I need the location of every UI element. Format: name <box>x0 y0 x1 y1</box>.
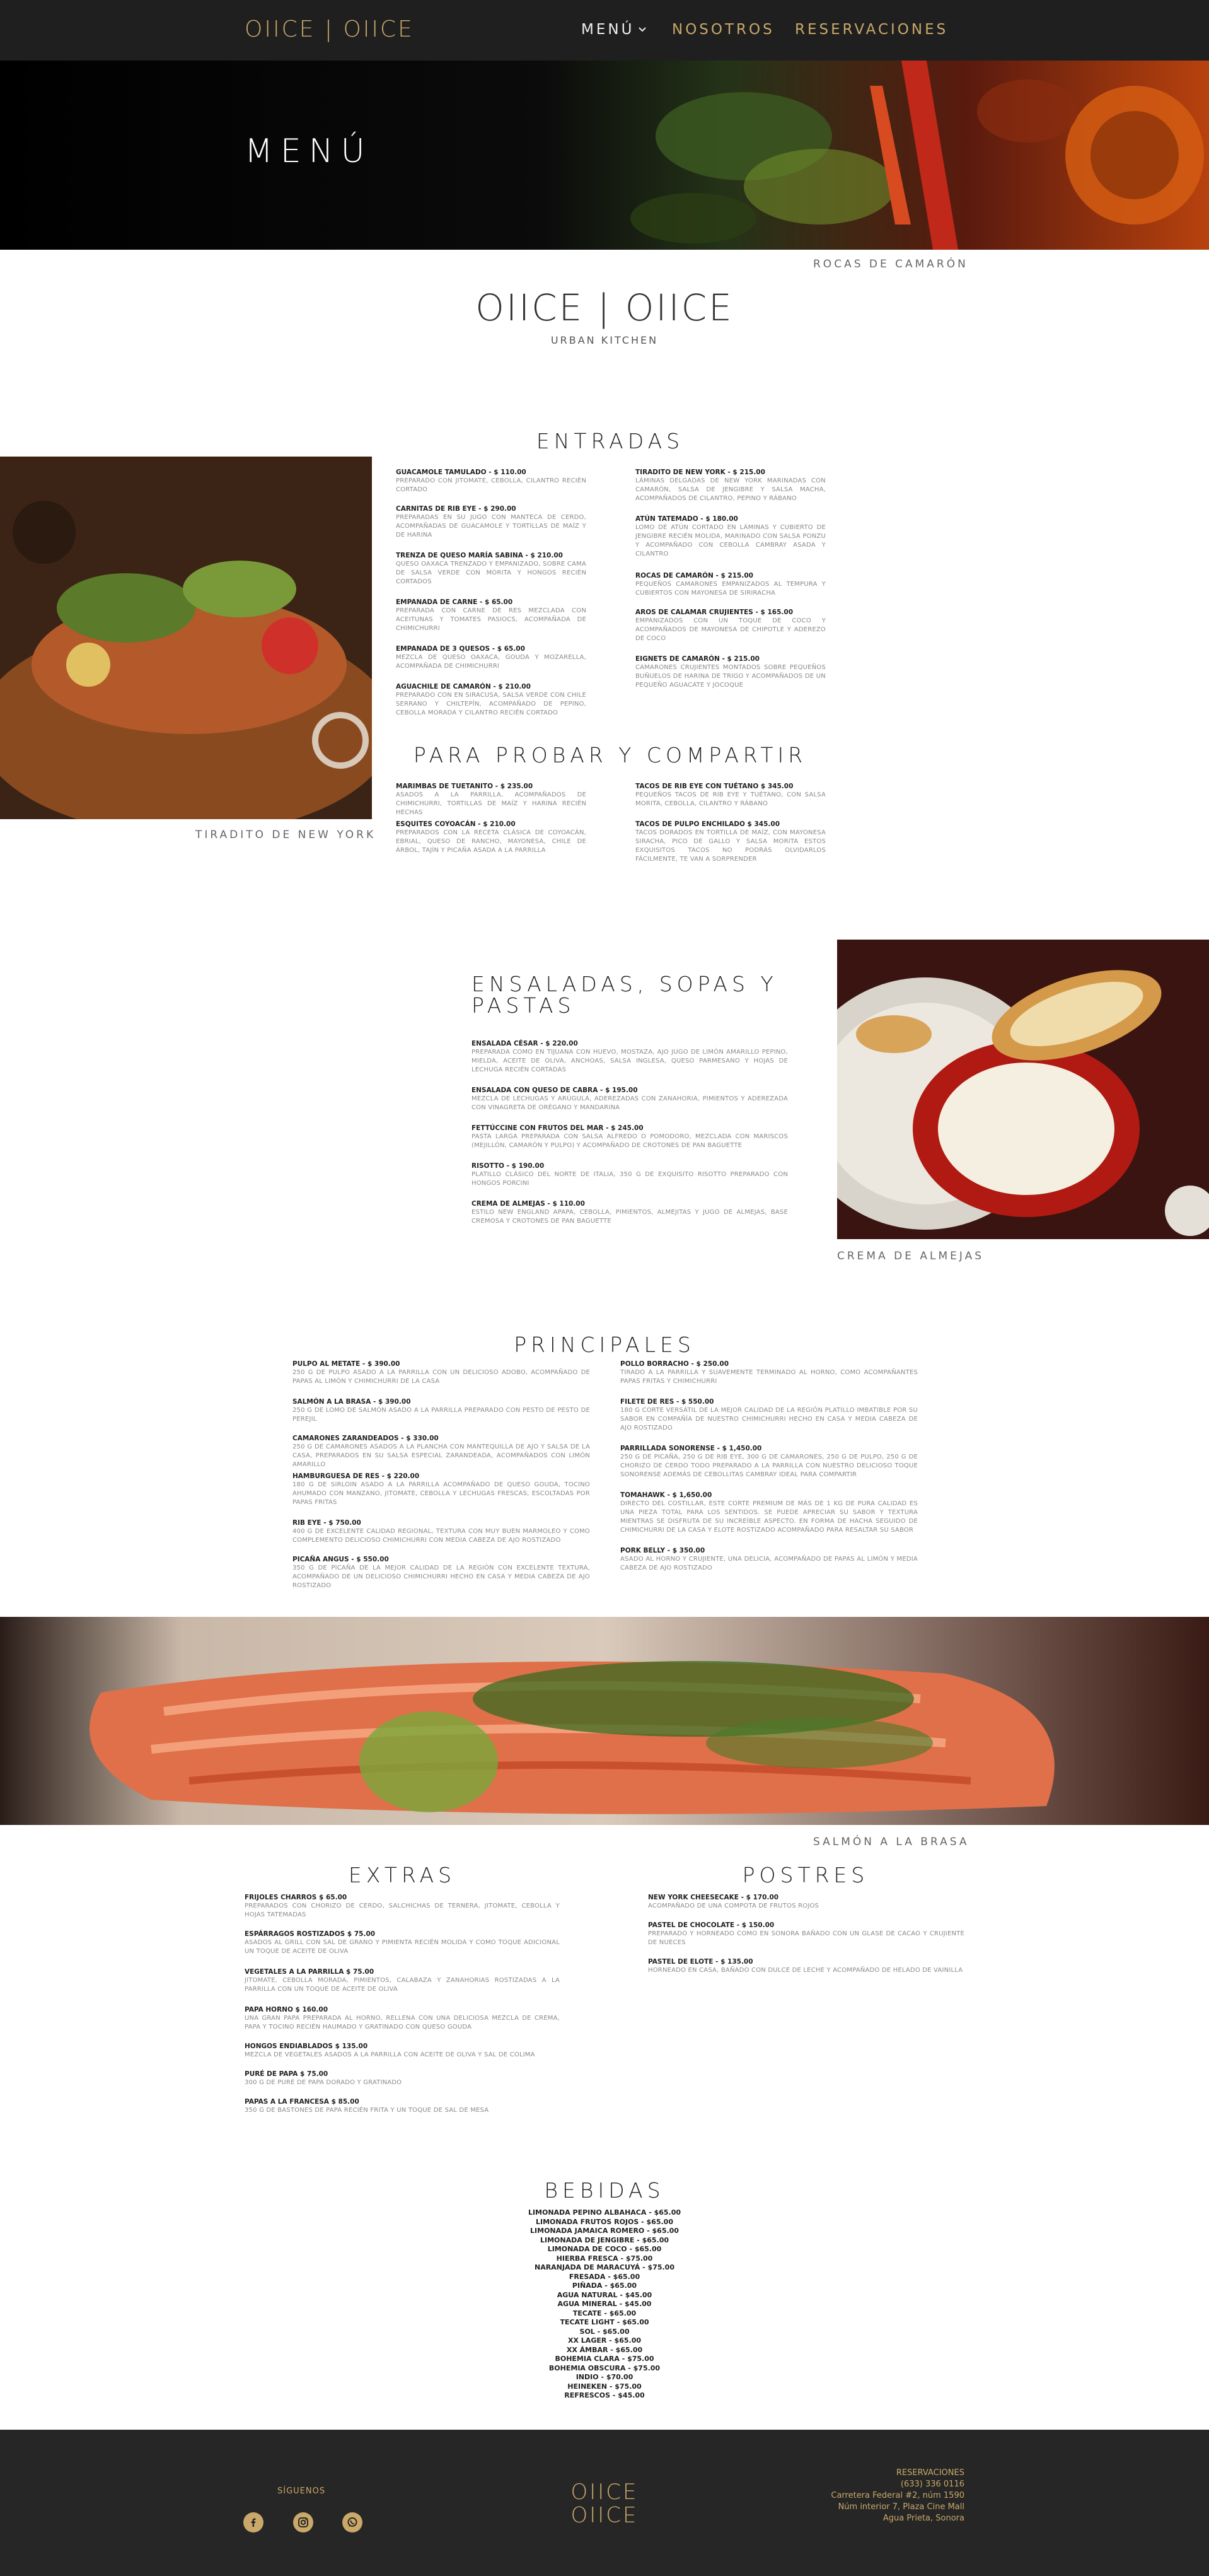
menu-item: PICAÑA ANGUS - $ 550.00 350 G DE PICAÑA D… <box>292 1556 590 1589</box>
menu-item: TIRADITO DE NEW YORK - $ 215.00 LÁMINAS D… <box>635 469 826 502</box>
ensaladas-title: ENSALADAS, SOPAS Y PASTAS <box>471 972 778 1018</box>
list-item: AGUA MINERAL - $45.00 <box>557 2300 652 2308</box>
nav-label-menu: MENÚ <box>581 21 635 38</box>
list-item: LIMONADA DE COCO - $65.00 <box>547 2245 662 2253</box>
footer: SÍGUENOS OIICE OIICE RESERVACIONES (633)… <box>0 2430 1209 2576</box>
menu-item: MARIMBAS DE TUETANITO - $ 235.00 ASADOS A… <box>396 783 586 816</box>
list-item: FRESADA - $65.00 <box>569 2272 640 2281</box>
brand-subtitle: URBAN KITCHEN <box>550 334 659 346</box>
menu-item: RISOTTO - $ 190.00 PLATILLO CLÁSICO DEL N… <box>471 1162 788 1187</box>
header-logo[interactable]: OIICE | OIICE <box>245 16 414 42</box>
menu-item: PARRILLADA SONORENSE - $ 1,450.00 250 G D… <box>620 1445 918 1478</box>
hero-image-caption: ROCAS DE CAMARÓN <box>813 258 968 271</box>
probar-title: PARA PROBAR Y COMPARTIR <box>413 743 807 767</box>
list-item: LIMONADA PEPINO ALBAHACA - $65.00 <box>528 2208 681 2217</box>
menu-item: TRENZA DE QUESO MARÍA SABINA - $ 210.00 Q… <box>396 552 586 585</box>
list-item: XX ÁMBAR - $65.00 <box>566 2345 643 2354</box>
menu-item: PASTEL DE CHOCOLATE - $ 150.00 PREPARADO … <box>648 1921 964 1946</box>
menu-item: RIB EYE - $ 750.00 400 G DE EXCELENTE CAL… <box>292 1519 590 1544</box>
menu-item: EMPANADA DE 3 QUESOS - $ 65.00 MEZCLA DE … <box>396 645 586 670</box>
menu-item: AROS DE CALAMAR CRUJIENTES - $ 165.00 EMP… <box>635 609 826 642</box>
menu-item: CREMA DE ALMEJAS - $ 110.00 ESTILO NEW EN… <box>471 1200 788 1225</box>
list-item: LIMONADA FRUTOS ROJOS - $65.00 <box>536 2217 673 2226</box>
chevron-down-icon <box>639 27 647 32</box>
menu-item: ENSALADA CON QUESO DE CABRA - $ 195.00 ME… <box>471 1087 788 1111</box>
reservations-info: RESERVACIONES (633) 336 0116 Carretera F… <box>775 2468 964 2524</box>
menu-item: TOMAHAWK - $ 1,650.00 DIRECTO DEL COSTILL… <box>620 1491 918 1534</box>
salmon-image-caption: SALMÓN A LA BRASA <box>813 1836 969 1848</box>
menu-item: PASTEL DE ELOTE - $ 135.00 HORNEADO EN CA… <box>648 1958 963 1974</box>
entradas-title: ENTRADAS <box>536 429 685 453</box>
list-item: LIMONADA DE JENGIBRE - $65.00 <box>540 2235 669 2244</box>
address-line: Carretera Federal #2, núm 1590 <box>831 2491 964 2500</box>
reservations-label: RESERVACIONES <box>896 2468 964 2478</box>
list-item: REFRESCOS - $45.00 <box>564 2391 645 2399</box>
list-item: XX LAGER - $65.00 <box>568 2336 641 2345</box>
top-navigation-bar: OIICE | OIICE MENÚ NOSOTROS RESERVACIONE… <box>0 0 1209 61</box>
list-item: HIERBA FRESCA - $75.00 <box>556 2254 653 2263</box>
list-item: AGUA NATURAL - $45.00 <box>557 2290 652 2299</box>
phone-number[interactable]: (633) 336 0116 <box>775 2479 964 2490</box>
menu-item: HAMBURGUESA DE RES - $ 220.00 180 G DE SI… <box>292 1472 590 1506</box>
principales-title: PRINCIPALES <box>514 1332 695 1357</box>
address-line: Núm interior 7, Plaza Cine Mall <box>838 2502 964 2512</box>
menu-item: TACOS DE RIB EYE CON TUÉTANO $ 345.00 PEQ… <box>635 783 826 807</box>
menu-item: FRIJOLES CHARROS $ 65.00 PREPARADOS CON C… <box>245 1894 560 1918</box>
postres-title: POSTRES <box>742 1863 869 1887</box>
list-item: INDIO - $70.00 <box>576 2373 633 2381</box>
menu-item: ESPÁRRAGOS ROSTIZADOS $ 75.00 ASADOS AL G… <box>245 1930 560 1955</box>
menu-item: GUACAMOLE TAMULADO - $ 110.00 PREPARADO C… <box>396 469 586 493</box>
menu-item: ESQUITES COYOACÁN - $ 210.00 PREPARADOS C… <box>396 820 586 854</box>
hero-food-image <box>0 61 1209 250</box>
brand-logo: OIICE | OIICE <box>475 286 734 329</box>
address-line: Agua Prieta, Sonora <box>882 2514 964 2523</box>
menu-item: PURÉ DE PAPA $ 75.00 300 G DE PURÉ DE PAP… <box>245 2070 402 2086</box>
hero-banner: MENÚ <box>0 61 1209 250</box>
nav-menu[interactable]: MENÚ <box>581 21 647 38</box>
menu-item: TACOS DE PULPO ENCHILADO $ 345.00 TACOS D… <box>635 820 826 863</box>
menu-item: ROCAS DE CAMARÓN - $ 215.00 PEQUEÑOS CAMA… <box>635 572 826 597</box>
menu-item: FILETE DE RES - $ 550.00 180 G CORTE VERS… <box>620 1398 918 1431</box>
ensaladas-food-image <box>837 940 1209 1239</box>
list-item: HEINEKEN - $75.00 <box>567 2382 642 2391</box>
list-item: BOHEMIA CLARA - $75.00 <box>555 2355 654 2363</box>
entradas-food-image <box>0 457 372 819</box>
menu-item: AGUACHILE DE CAMARÓN - $ 210.00 PREPARADO… <box>396 683 586 716</box>
menu-item: FETTÚCCINE CON FRUTOS DEL MAR - $ 245.00… <box>471 1124 788 1149</box>
entradas-image-caption: TIRADITO DE NEW YORK <box>195 829 376 841</box>
menu-item: PAPA HORNO $ 160.00 UNA GRAN PAPA PREPARA… <box>245 2006 560 2031</box>
bebidas-title: BEBIDAS <box>544 2178 665 2203</box>
salmon-banner-image <box>0 1617 1209 1825</box>
list-item: SOL - $65.00 <box>579 2327 630 2336</box>
bebidas-list: LIMONADA PEPINO ALBAHACA - $65.00 LIMONA… <box>478 2208 731 2401</box>
menu-item: NEW YORK CHEESECAKE - $ 170.00 ACOMPAÑADO… <box>648 1894 819 1909</box>
extras-title: EXTRAS <box>348 1863 456 1887</box>
menu-item: EMPANADA DE CARNE - $ 65.00 PREPARADA CON… <box>396 598 586 632</box>
menu-item: CAMARONES ZARANDEADOS - $ 330.00 250 G DE… <box>292 1435 590 1468</box>
hero-title: MENÚ <box>245 132 373 170</box>
menu-item: EIGNETS DE CAMARÓN - $ 215.00 CAMARONES C… <box>635 655 826 689</box>
menu-item: PORK BELLY - $ 350.00 ASADO AL HORNO Y CR… <box>620 1547 918 1571</box>
nav-nosotros[interactable]: NOSOTROS <box>672 21 775 38</box>
menu-item: ATÚN TATEMADO - $ 180.00 LOMO DE ATÚN COR… <box>635 515 826 557</box>
ensaladas-image-caption: CREMA DE ALMEJAS <box>837 1250 985 1262</box>
menu-item: PAPAS A LA FRANCESA $ 85.00 350 G DE BAST… <box>245 2098 489 2114</box>
list-item: TECATE LIGHT - $65.00 <box>560 2318 649 2326</box>
menu-item: HONGOS ENDIABLADOS $ 135.00 MEZCLA DE VEG… <box>245 2043 535 2058</box>
menu-item: ENSALADA CÉSAR - $ 220.00 PREPARADA COMO … <box>471 1040 788 1073</box>
menu-item: CARNITAS DE RIB EYE - $ 290.00 PREPARADAS… <box>396 505 586 539</box>
menu-item: PULPO AL METATE - $ 390.00 250 G DE PULPO… <box>292 1360 590 1385</box>
menu-item: POLLO BORRACHO - $ 250.00 TIRADO A LA PAR… <box>620 1360 918 1385</box>
list-item: BOHEMIA OBSCURA - $75.00 <box>548 2363 661 2372</box>
menu-item: VEGETALES A LA PARRILLA $ 75.00 JITOMATE,… <box>245 1968 560 1993</box>
list-item: TECATE - $65.00 <box>572 2309 637 2317</box>
footer-logo[interactable]: OIICE OIICE <box>0 2481 1209 2526</box>
nav-reservaciones[interactable]: RESERVACIONES <box>795 21 948 38</box>
list-item: LIMONADA JAMAICA ROMERO - $65.00 <box>530 2227 679 2235</box>
list-item: NARANJADA DE MARACUYÁ - $75.00 <box>534 2263 674 2271</box>
menu-item: SALMÓN A LA BRASA - $ 390.00 250 G DE LOM… <box>292 1398 590 1423</box>
list-item: PIÑADA - $65.00 <box>572 2282 637 2290</box>
